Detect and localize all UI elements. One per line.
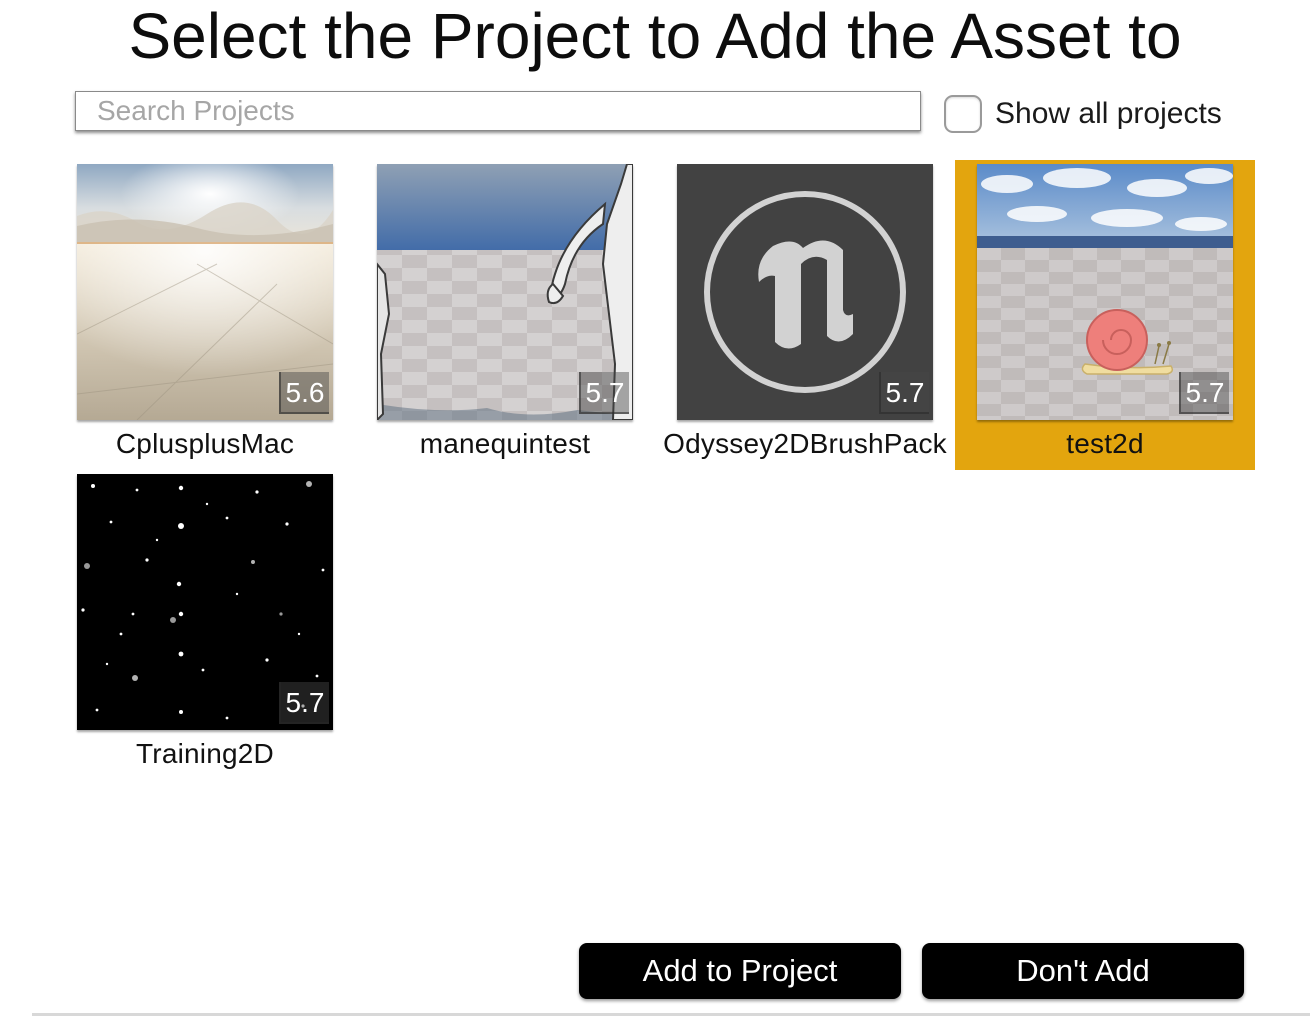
project-name: Odyssey2DBrushPack (663, 428, 947, 459)
show-all-checkbox[interactable] (944, 95, 982, 133)
starfield-thumbnail: 5.7 (77, 474, 333, 730)
project-tile-selected[interactable]: 5.7 test2d (955, 160, 1255, 470)
engine-version-badge: 5.7 (1179, 372, 1229, 414)
engine-version-badge: 5.7 (879, 372, 929, 414)
show-all-label: Show all projects (995, 97, 1222, 130)
project-name: manequintest (419, 428, 591, 459)
search-input[interactable] (76, 92, 920, 130)
project-name: Training2D (136, 738, 274, 769)
unreal-logo-thumbnail: 5.7 (677, 164, 933, 420)
project-name: CplusplusMac (115, 428, 295, 459)
snail-thumbnail: 5.7 (977, 164, 1233, 420)
project-tile[interactable]: 5.7 manequintest (355, 160, 655, 470)
project-tile[interactable]: 5.6 CplusplusMac (55, 160, 355, 470)
project-tile[interactable]: 5.7 Training2D (55, 470, 355, 780)
engine-version-badge: 5.7 (279, 682, 329, 724)
project-tile[interactable]: 5.7 Odyssey2DBrushPack (655, 160, 955, 470)
dialog-title: Select the Project to Add the Asset to (128, 0, 1182, 72)
dont-add-button[interactable]: Don't Add (922, 943, 1244, 999)
add-to-project-button[interactable]: Add to Project (579, 943, 901, 999)
search-field[interactable] (75, 91, 921, 131)
engine-version-badge: 5.6 (279, 372, 329, 414)
desert-sky-thumbnail: 5.6 (77, 164, 333, 420)
project-name: test2d (1066, 428, 1144, 459)
show-all-projects-toggle[interactable]: Show all projects (944, 94, 1222, 134)
engine-version-badge: 5.7 (579, 372, 629, 414)
mannequin-thumbnail: 5.7 (377, 164, 633, 420)
